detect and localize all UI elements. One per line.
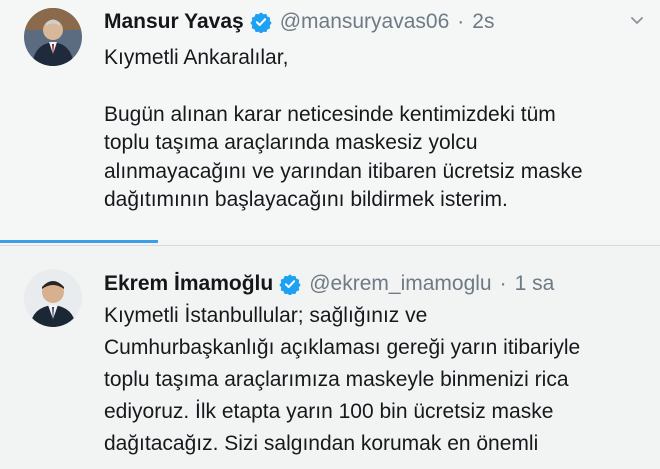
verified-badge-icon bbox=[250, 12, 272, 33]
separator-dot: · bbox=[499, 272, 507, 295]
tweet-line: alınmayacağını ve yarından itibaren ücre… bbox=[104, 159, 583, 183]
verified-badge-icon bbox=[279, 274, 301, 295]
tweet-header: Mansur Yavaş @mansuryavas06 · 2s bbox=[104, 10, 494, 34]
tweet-line: dağıtacağız. Sizi salgından korumak en ö… bbox=[104, 432, 539, 455]
tweet-text: Kıymetli Ankaralılar, Bugün alınan karar… bbox=[104, 44, 583, 215]
tweet-text: Kıymetli İstanbullular; sağlığınız ve Cu… bbox=[104, 300, 580, 460]
avatar[interactable] bbox=[24, 269, 82, 327]
tweet-line: toplu taşıma araçlarımıza maskeyle binme… bbox=[104, 368, 569, 391]
tweet-line: Cumhurbaşkanlığı açıklaması gereği yarın… bbox=[104, 336, 581, 359]
user-handle[interactable]: @mansuryavas06 bbox=[280, 10, 450, 34]
timestamp[interactable]: 2s bbox=[472, 10, 494, 34]
tweet-line: Kıymetli Ankaralılar, bbox=[104, 46, 289, 69]
tweet-header: Ekrem İmamoğlu @ekrem_imamoglu · 1 sa bbox=[104, 272, 554, 296]
display-name[interactable]: Mansur Yavaş bbox=[104, 10, 244, 34]
timestamp[interactable]: 1 sa bbox=[515, 272, 555, 296]
tweet-line: ediyoruz. İlk etapta yarın 100 bin ücret… bbox=[104, 400, 554, 423]
profile-photo-icon bbox=[24, 269, 82, 327]
user-handle[interactable]: @ekrem_imamoglu bbox=[309, 272, 491, 296]
separator-dot: · bbox=[457, 10, 465, 33]
tweet-line: dağıtımının başlayacağını bildirmek iste… bbox=[104, 188, 508, 211]
profile-photo-icon bbox=[24, 8, 82, 66]
chevron-down-icon[interactable] bbox=[628, 12, 646, 30]
avatar[interactable] bbox=[24, 8, 82, 66]
display-name[interactable]: Ekrem İmamoğlu bbox=[104, 272, 273, 296]
tweet-line: Bugün alınan karar neticesinde kentimizd… bbox=[104, 102, 556, 126]
tab-indicator-bar bbox=[0, 240, 158, 243]
tweet-line: toplu taşıma araçlarında maskesiz yolcu bbox=[104, 131, 478, 154]
tweet-line: Kıymetli İstanbullular; sağlığınız ve bbox=[104, 304, 428, 327]
tweet-mansur-yavas[interactable]: Mansur Yavaş @mansuryavas06 · 2s Kıymetl… bbox=[0, 0, 660, 240]
tweet-ekrem-imamoglu[interactable]: Ekrem İmamoğlu @ekrem_imamoglu · 1 sa Kı… bbox=[0, 245, 660, 469]
